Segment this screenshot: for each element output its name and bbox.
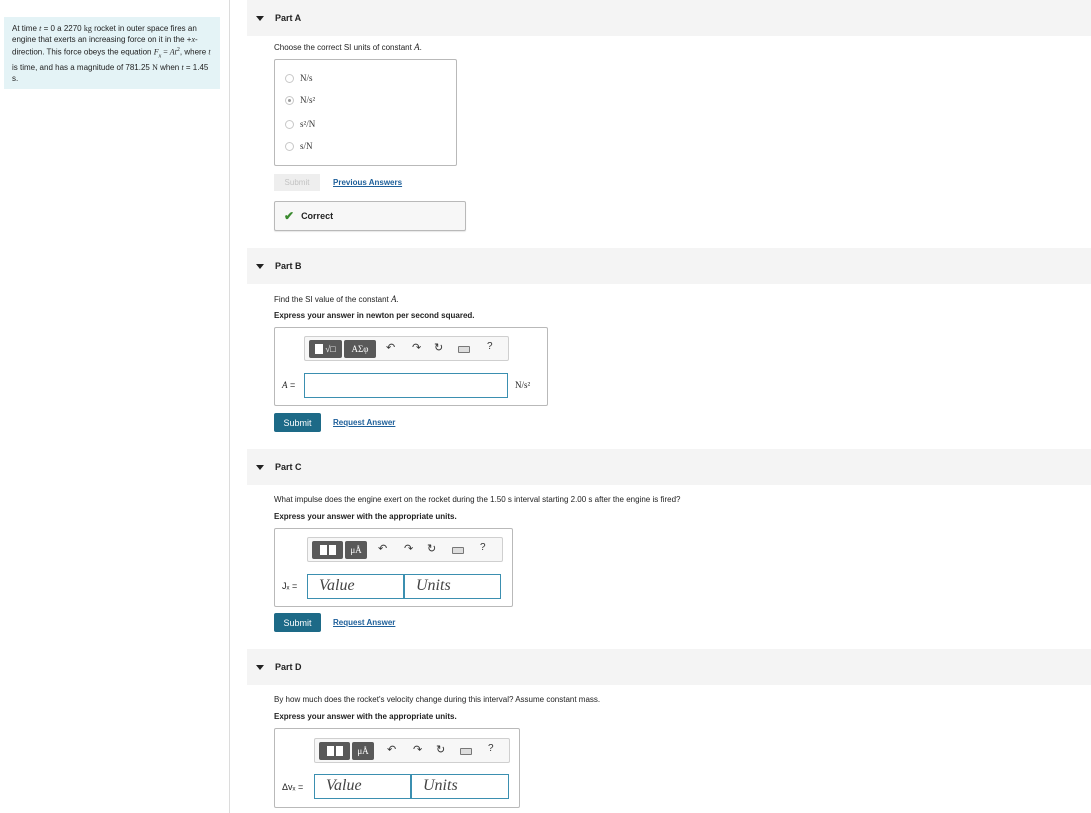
units-placeholder: Units [423, 777, 458, 794]
value-placeholder: Value [319, 577, 355, 594]
units-button[interactable]: μÅ [352, 742, 374, 760]
redo-icon[interactable]: ↷ [404, 542, 413, 555]
redo-icon[interactable]: ↷ [413, 743, 422, 756]
part-d-units-input[interactable]: Units [411, 774, 509, 799]
keyboard-icon[interactable] [460, 748, 472, 755]
part-c-submit-button[interactable]: Submit [274, 613, 321, 632]
part-b-answer-input[interactable] [304, 373, 508, 398]
option-n-per-s[interactable]: N/s [285, 73, 313, 83]
part-d-header[interactable]: Part D [247, 649, 1091, 685]
math-toolbar: μÅ ↶ ↷ ↻ ? [314, 738, 510, 763]
math-toolbar: √□ ΑΣφ ↶ ↷ ↻ ? [304, 336, 509, 361]
template-grid-icon[interactable]: √□ [309, 340, 342, 358]
caret-down-icon [256, 664, 264, 670]
part-c-var-label: Jₓ = [282, 581, 298, 591]
part-a-header[interactable]: Part A [247, 0, 1091, 36]
radio-button[interactable] [285, 119, 294, 129]
reset-icon[interactable]: ↻ [427, 542, 436, 555]
part-a-question: Choose the correct SI units of constant … [274, 42, 422, 52]
problem-statement: At time t = 0 a 2270 kg rocket in outer … [4, 17, 220, 89]
part-a-feedback: ✔ Correct [274, 201, 466, 231]
units-placeholder: Units [416, 577, 451, 594]
part-d-var-label: Δvₓ = [282, 782, 304, 792]
part-b-answer-box: √□ ΑΣφ ↶ ↷ ↻ ? A = N/s² [274, 327, 548, 406]
part-a-title: Part A [275, 13, 302, 23]
option-s-per-n[interactable]: s/N [285, 141, 313, 151]
part-b-var-label: A = [282, 380, 296, 390]
option-n-per-s2[interactable]: N/s² [285, 95, 315, 105]
part-d-instruction: Express your answer with the appropriate… [274, 712, 457, 721]
part-c-request-answer-link[interactable]: Request Answer [333, 618, 395, 627]
radio-button[interactable] [285, 73, 294, 83]
radio-button[interactable] [285, 141, 294, 151]
caret-down-icon [256, 263, 264, 269]
math-toolbar: μÅ ↶ ↷ ↻ ? [307, 537, 503, 562]
previous-answers-link[interactable]: Previous Answers [333, 178, 402, 187]
part-b-title: Part B [275, 261, 302, 271]
template-grid-icon[interactable] [312, 541, 343, 559]
part-a-options: N/s N/s² s²/N s/N [274, 59, 457, 166]
check-icon: ✔ [284, 209, 295, 223]
help-icon[interactable]: ? [480, 542, 486, 553]
caret-down-icon [256, 15, 264, 21]
units-button[interactable]: μÅ [345, 541, 367, 559]
part-d-answer-box: μÅ ↶ ↷ ↻ ? Δvₓ = Value Units [274, 728, 520, 808]
undo-icon[interactable]: ↶ [378, 542, 387, 555]
undo-icon[interactable]: ↶ [387, 743, 396, 756]
part-b-submit-button[interactable]: Submit [274, 413, 321, 432]
part-b-instruction: Express your answer in newton per second… [274, 311, 475, 320]
part-c-instruction: Express your answer with the appropriate… [274, 512, 457, 521]
part-d-value-input[interactable]: Value [314, 774, 411, 799]
help-icon[interactable]: ? [488, 743, 494, 754]
template-grid-icon[interactable] [319, 742, 350, 760]
keyboard-icon[interactable] [452, 547, 464, 554]
reset-icon[interactable]: ↻ [436, 743, 445, 756]
option-s2-per-n[interactable]: s²/N [285, 119, 315, 129]
redo-icon[interactable]: ↷ [412, 341, 421, 354]
column-divider [229, 0, 230, 813]
part-c-answer-box: μÅ ↶ ↷ ↻ ? Jₓ = Value Units [274, 528, 513, 607]
part-c-value-input[interactable]: Value [307, 574, 404, 599]
help-icon[interactable]: ? [487, 341, 493, 352]
part-b-question: Find the SI value of the constant A. [274, 294, 399, 304]
caret-down-icon [256, 464, 264, 470]
part-c-title: Part C [275, 462, 302, 472]
radio-button-selected[interactable] [285, 95, 294, 105]
undo-icon[interactable]: ↶ [386, 341, 395, 354]
part-c-units-input[interactable]: Units [404, 574, 501, 599]
part-c-header[interactable]: Part C [247, 449, 1091, 485]
part-d-question: By how much does the rocket's velocity c… [274, 695, 601, 704]
part-b-header[interactable]: Part B [247, 248, 1091, 284]
keyboard-icon[interactable] [458, 346, 470, 353]
value-placeholder: Value [326, 777, 362, 794]
part-b-request-answer-link[interactable]: Request Answer [333, 418, 395, 427]
part-d-title: Part D [275, 662, 302, 672]
part-c-question: What impulse does the engine exert on th… [274, 495, 681, 504]
part-a-submit-button[interactable]: Submit [274, 174, 320, 191]
part-b-unit: N/s² [515, 380, 531, 390]
reset-icon[interactable]: ↻ [434, 341, 443, 354]
symbols-button[interactable]: ΑΣφ [344, 340, 376, 358]
